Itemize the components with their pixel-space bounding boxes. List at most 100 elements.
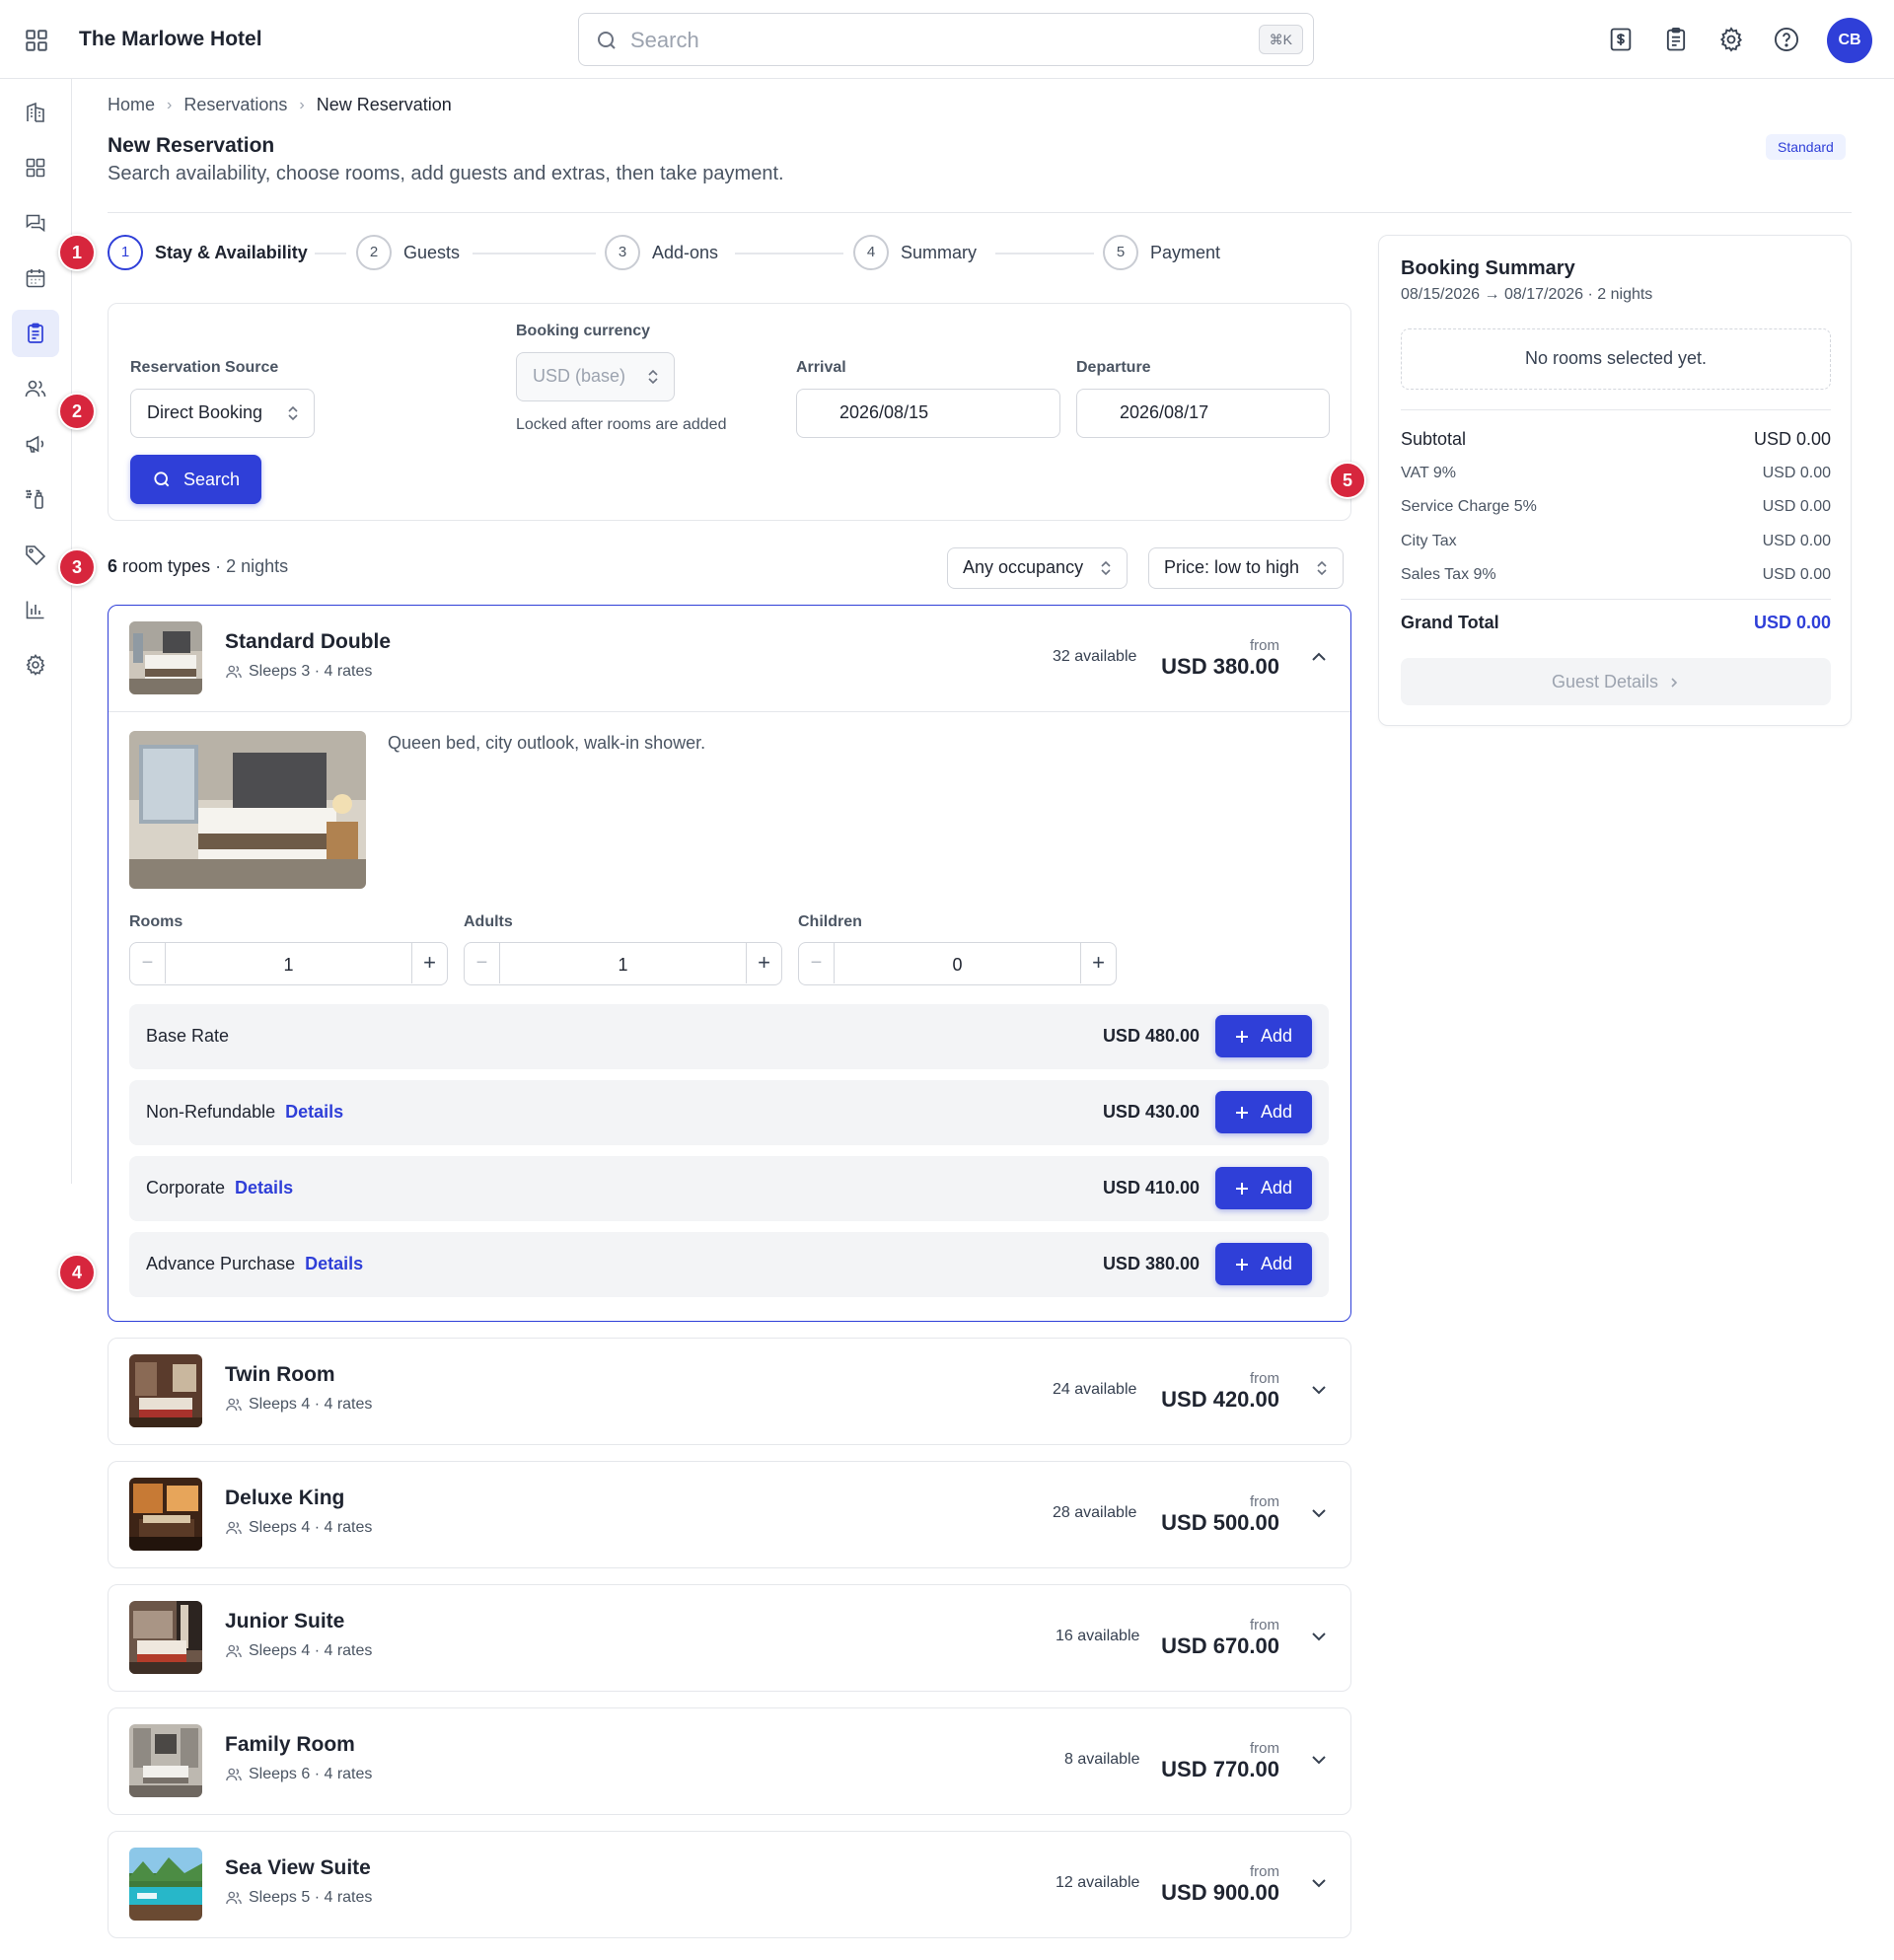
sort-select[interactable]: Price: low to high	[1148, 547, 1345, 589]
sidebar-item-housekeeping[interactable]	[12, 475, 59, 523]
search-availability-button[interactable]: Search	[130, 455, 262, 504]
app-grid-icon[interactable]	[24, 28, 49, 53]
step-number: 1	[108, 235, 143, 270]
room-name: Standard Double	[225, 630, 392, 653]
step-summary[interactable]: 4 Summary	[853, 233, 977, 272]
room-price: USD 500.00	[1161, 1510, 1279, 1535]
rate-details-link[interactable]: Details	[305, 1254, 363, 1274]
sidebar-item-reports[interactable]	[12, 586, 59, 633]
room-name: Junior Suite	[225, 1610, 345, 1633]
room-sleeps-text: Sleeps 4 · 4 rates	[249, 1519, 373, 1536]
chevron-down-icon[interactable]	[1309, 1750, 1329, 1770]
room-card-junior-suite[interactable]: Junior Suite Sleeps 4 · 4 rates 16 avail…	[108, 1584, 1351, 1692]
departure-date-input[interactable]: 2026/08/17	[1076, 389, 1330, 438]
breadcrumb-reservations[interactable]: Reservations	[183, 95, 287, 115]
users-icon	[226, 1398, 242, 1412]
rate-row-corporate: Corporate Details USD 410.00 Add	[129, 1156, 1329, 1221]
rooms-stepper[interactable]: − 1 +	[129, 942, 448, 985]
search-icon	[154, 472, 170, 487]
room-thumbnail	[129, 1848, 202, 1921]
step-payment[interactable]: 5 Payment	[1103, 233, 1220, 272]
arrival-date-input[interactable]: 2026/08/15	[796, 389, 1060, 438]
results-count: 6 room types · 2 nights	[108, 556, 288, 577]
room-card-family-room[interactable]: Family Room Sleeps 6 · 4 rates 8 availab…	[108, 1707, 1351, 1815]
chevron-down-icon[interactable]	[1309, 1503, 1329, 1523]
rooms-value[interactable]: 1	[166, 943, 411, 983]
dollar-receipt-icon[interactable]	[1607, 26, 1635, 53]
hotel-icon	[27, 102, 44, 122]
rooms-label: Rooms	[129, 913, 183, 930]
add-rate-button[interactable]: Add	[1215, 1091, 1312, 1133]
summary-title: Booking Summary	[1401, 257, 1575, 279]
increment-button[interactable]: +	[411, 943, 447, 983]
add-rate-button[interactable]: Add	[1215, 1167, 1312, 1209]
users-icon	[226, 1644, 242, 1658]
room-availability: 8 available	[1064, 1751, 1140, 1768]
room-sleeps: Sleeps 6 · 4 rates	[225, 1766, 372, 1783]
sidebar-item-guests[interactable]	[12, 365, 59, 412]
step-add-ons[interactable]: 3 Add-ons	[605, 233, 718, 272]
breadcrumb-home[interactable]: Home	[108, 95, 155, 115]
room-card-deluxe-king[interactable]: Deluxe King Sleeps 4 · 4 rates 28 availa…	[108, 1461, 1351, 1568]
user-avatar[interactable]: CB	[1827, 18, 1872, 63]
children-value[interactable]: 0	[835, 943, 1080, 983]
adults-value[interactable]: 1	[500, 943, 746, 983]
step-stay-availability[interactable]: 1 Stay & Availability	[108, 233, 308, 272]
reservation-source-select[interactable]: Direct Booking	[130, 389, 315, 438]
room-thumbnail	[129, 1724, 202, 1797]
settings-icon	[26, 654, 45, 676]
chevron-down-icon[interactable]	[1309, 1380, 1329, 1400]
sidebar-item-dashboard[interactable]	[12, 144, 59, 191]
children-stepper[interactable]: − 0 +	[798, 942, 1117, 985]
increment-button[interactable]: +	[1080, 943, 1116, 983]
sidebar-item-hotel[interactable]	[12, 89, 59, 136]
occupancy-filter-select[interactable]: Any occupancy	[947, 547, 1129, 589]
rate-price: USD 380.00	[1102, 1254, 1200, 1273]
sidebar-item-messages[interactable]	[12, 199, 59, 247]
clipboard-icon[interactable]	[1662, 26, 1690, 53]
room-card-standard-double[interactable]: Standard Double Sleeps 3 · 4 rates 32 av…	[108, 605, 1351, 1322]
room-availability: 16 available	[1056, 1628, 1140, 1644]
departure-label: Departure	[1076, 359, 1151, 376]
rate-price: USD 410.00	[1102, 1178, 1200, 1198]
plus-icon	[1236, 1107, 1248, 1119]
sidebar-item-settings[interactable]	[12, 641, 59, 689]
from-label: from	[1250, 1617, 1279, 1633]
plus-icon	[1236, 1031, 1248, 1043]
room-card-twin-room[interactable]: Twin Room Sleeps 4 · 4 rates 24 availabl…	[108, 1338, 1351, 1445]
room-sleeps-text: Sleeps 5 · 4 rates	[249, 1889, 373, 1906]
adults-stepper[interactable]: − 1 +	[464, 942, 782, 985]
sidebar-item-rates[interactable]	[12, 531, 59, 578]
results-nights: · 2 nights	[215, 556, 289, 576]
decrement-button[interactable]: −	[130, 943, 166, 983]
sidebar-item-calendar[interactable]	[12, 254, 59, 302]
room-type-suffix: room types	[122, 556, 211, 576]
help-icon[interactable]	[1773, 26, 1800, 53]
rate-name: Corporate	[146, 1178, 226, 1198]
step-guests[interactable]: 2 Guests	[356, 233, 460, 272]
global-search[interactable]: Search ⌘K	[578, 13, 1314, 66]
decrement-button[interactable]: −	[799, 943, 835, 983]
room-price: USD 670.00	[1161, 1633, 1279, 1658]
rate-details-link[interactable]: Details	[235, 1178, 293, 1198]
room-card-sea-view-suite[interactable]: Sea View Suite Sleeps 5 · 4 rates 12 ava…	[108, 1831, 1351, 1938]
add-rate-button[interactable]: Add	[1215, 1015, 1312, 1057]
decrement-button[interactable]: −	[465, 943, 500, 983]
sidebar-item-marketing[interactable]	[12, 420, 59, 468]
chevron-down-icon[interactable]	[1309, 1873, 1329, 1893]
increment-button[interactable]: +	[746, 943, 781, 983]
currency-label: Booking currency	[516, 323, 651, 339]
room-availability: 12 available	[1056, 1874, 1140, 1891]
vat-label: VAT 9%	[1401, 465, 1457, 481]
gear-icon[interactable]	[1717, 26, 1745, 53]
chevron-down-icon[interactable]	[1309, 1627, 1329, 1646]
top-bar: The Marlowe Hotel Search ⌘K CB	[0, 0, 1894, 79]
add-rate-button[interactable]: Add	[1215, 1243, 1312, 1285]
service-label: Service Charge 5%	[1401, 498, 1537, 515]
sales-label: Sales Tax 9%	[1401, 566, 1496, 583]
chevron-up-down-icon	[1101, 560, 1111, 576]
rate-details-link[interactable]: Details	[285, 1102, 343, 1123]
sidebar-item-reservations[interactable]	[12, 310, 59, 357]
chevron-up-icon[interactable]	[1309, 647, 1329, 667]
currency-select: USD (base)	[516, 352, 675, 401]
